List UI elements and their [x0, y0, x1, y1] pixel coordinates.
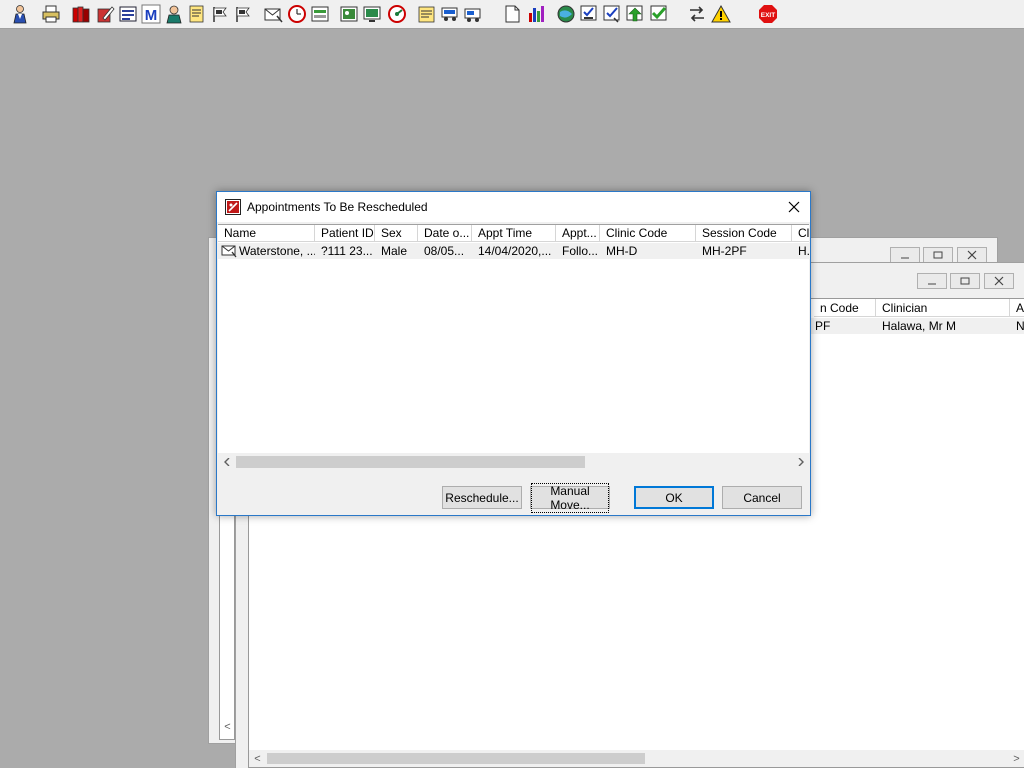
- cell-session-code: MH-2PF: [702, 244, 747, 258]
- app-icon: [225, 199, 241, 215]
- close-icon: [994, 276, 1004, 286]
- manual-move-button-label: Manual Move...: [531, 482, 609, 513]
- form-icon[interactable]: [309, 3, 331, 25]
- cell-name: Waterstone, ...: [239, 244, 315, 258]
- reschedule-button[interactable]: Reschedule...: [442, 486, 522, 509]
- horizontal-scrollbar[interactable]: < >: [249, 750, 1024, 767]
- main-toolbar: M EXIT: [0, 0, 1024, 29]
- scroll-left-icon[interactable]: [218, 453, 235, 470]
- close-icon: [788, 201, 800, 213]
- books-icon[interactable]: [70, 3, 92, 25]
- column-header-appt-type[interactable]: Appt...: [556, 225, 600, 242]
- exit-icon[interactable]: EXIT: [757, 3, 779, 25]
- close-icon: [967, 250, 977, 260]
- exit-label: EXIT: [761, 12, 775, 19]
- column-header-name[interactable]: Name: [218, 225, 315, 242]
- chart-icon[interactable]: [117, 3, 139, 25]
- scroll-left-icon[interactable]: <: [219, 718, 236, 735]
- edit-icon[interactable]: [94, 3, 116, 25]
- notepad-icon[interactable]: [186, 3, 208, 25]
- dialog-close-button[interactable]: [782, 195, 806, 219]
- globe-icon[interactable]: [555, 3, 577, 25]
- column-header-a[interactable]: A: [1010, 299, 1024, 317]
- m-icon[interactable]: M: [140, 3, 162, 25]
- column-header-clinician[interactable]: Clinician: [876, 299, 1010, 317]
- cell-clinician: H...: [798, 244, 809, 258]
- scroll-thumb[interactable]: [267, 753, 645, 764]
- bar-chart-icon[interactable]: [525, 3, 547, 25]
- list-header: Name Patient ID Sex Date o... Appt Time …: [218, 225, 809, 242]
- column-header-clinic-code[interactable]: Clinic Code: [600, 225, 696, 242]
- scroll-right-icon[interactable]: >: [1008, 750, 1024, 767]
- notes-icon[interactable]: [416, 3, 438, 25]
- scroll-right-icon[interactable]: [792, 453, 809, 470]
- document-icon[interactable]: [501, 3, 523, 25]
- cell-appt-time: 14/04/2020,...: [478, 244, 552, 258]
- cell-patient-id: ?111 23...: [321, 244, 373, 258]
- person-icon[interactable]: [163, 3, 185, 25]
- cancel-button[interactable]: Cancel: [722, 486, 802, 509]
- maximize-button[interactable]: [923, 247, 953, 263]
- maximize-icon: [933, 251, 943, 259]
- ok-button-label: OK: [665, 490, 683, 505]
- screen-icon[interactable]: [361, 3, 383, 25]
- column-header-dob[interactable]: Date o...: [418, 225, 472, 242]
- swap-icon[interactable]: [686, 3, 708, 25]
- column-header-appt-time[interactable]: Appt Time: [472, 225, 556, 242]
- envelope-icon[interactable]: [262, 3, 284, 25]
- cell-sex: Male: [381, 244, 408, 258]
- column-header-patient-id[interactable]: Patient ID: [315, 225, 375, 242]
- flag-icon[interactable]: [209, 3, 231, 25]
- cell-appt-type: Follo...: [562, 244, 599, 258]
- clock-icon[interactable]: [286, 3, 308, 25]
- cell-dob: 08/05...: [424, 244, 465, 258]
- cancel-button-label: Cancel: [743, 490, 781, 505]
- ok-button[interactable]: OK: [634, 486, 714, 509]
- maximize-button[interactable]: [950, 273, 980, 289]
- picture-icon[interactable]: [338, 3, 360, 25]
- close-button[interactable]: [957, 247, 987, 263]
- warning-icon[interactable]: [710, 3, 732, 25]
- reschedule-dialog: Appointments To Be Rescheduled Name Pati…: [216, 191, 811, 516]
- cell-a: N: [1016, 319, 1024, 333]
- close-button[interactable]: [984, 273, 1014, 289]
- dialog-title: Appointments To Be Rescheduled: [247, 200, 428, 214]
- dial-icon[interactable]: [386, 3, 408, 25]
- flag-icon[interactable]: [232, 3, 254, 25]
- scroll-thumb[interactable]: [236, 456, 585, 468]
- reschedule-button-label: Reschedule...: [445, 490, 519, 505]
- cell-clinic-code: MH-D: [606, 244, 638, 258]
- cell-session-code: PF: [815, 319, 831, 333]
- minimize-icon: [901, 257, 909, 259]
- check-form-icon[interactable]: [601, 3, 623, 25]
- minimize-icon: [928, 283, 936, 285]
- checklist-icon[interactable]: [578, 3, 600, 25]
- column-header-session-code[interactable]: Session Code: [696, 225, 792, 242]
- minimize-button[interactable]: [917, 273, 947, 289]
- maximize-icon: [960, 277, 970, 285]
- minimize-button[interactable]: [890, 247, 920, 263]
- column-header-sex[interactable]: Sex: [375, 225, 418, 242]
- printer-icon[interactable]: [40, 3, 62, 25]
- green-check-icon[interactable]: [648, 3, 670, 25]
- manual-move-button[interactable]: Manual Move...: [530, 482, 610, 513]
- cell-clinician: Halawa, Mr M: [882, 319, 957, 333]
- svg-text:M: M: [145, 7, 158, 24]
- column-header-session-code[interactable]: n Code: [814, 299, 876, 317]
- user-icon[interactable]: [9, 3, 31, 25]
- scroll-left-icon[interactable]: <: [249, 750, 266, 767]
- dialog-titlebar[interactable]: Appointments To Be Rescheduled: [217, 192, 810, 222]
- column-header-clinician[interactable]: Cl: [792, 225, 809, 242]
- ambulance-icon[interactable]: [462, 3, 484, 25]
- table-row[interactable]: Waterstone, ... ?111 23... Male 08/05...…: [218, 243, 809, 259]
- appointments-list[interactable]: Name Patient ID Sex Date o... Appt Time …: [218, 224, 809, 470]
- green-arrow-icon[interactable]: [624, 3, 646, 25]
- transport-icon[interactable]: [439, 3, 461, 25]
- horizontal-scrollbar[interactable]: [218, 453, 809, 470]
